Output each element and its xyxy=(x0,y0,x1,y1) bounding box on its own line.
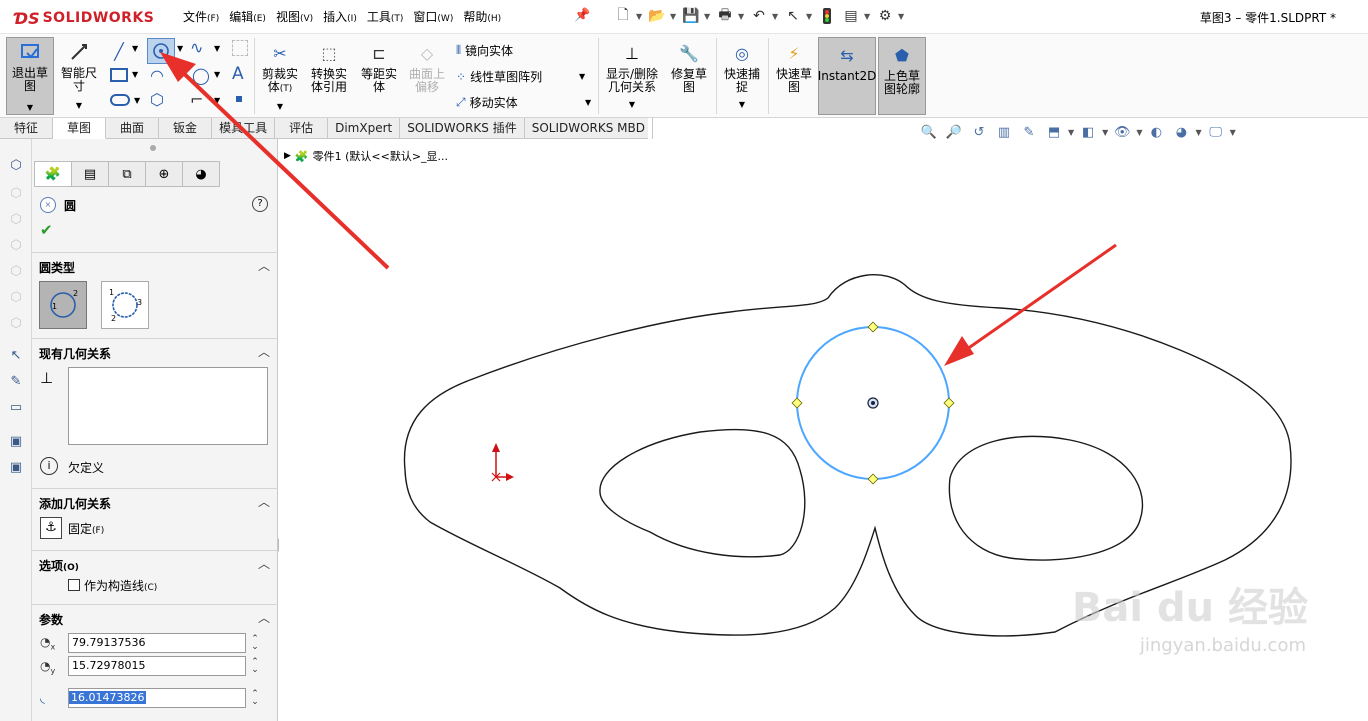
circle-quadrant-right[interactable] xyxy=(943,397,955,409)
baidu-watermark-url: jingyan.baidu.com xyxy=(1139,635,1306,656)
baidu-watermark-logo: Bai du 经验 xyxy=(1071,585,1308,631)
sketch-origin-icon xyxy=(491,443,514,482)
circle-quadrant-left[interactable] xyxy=(791,397,803,409)
circle-quadrant-top[interactable] xyxy=(867,321,879,333)
circle-quadrant-bottom[interactable] xyxy=(867,473,879,485)
sketch-right-eye xyxy=(948,435,1144,561)
annotation-arrow-to-circle-tool xyxy=(160,52,390,270)
sketch-left-eye xyxy=(599,428,806,558)
